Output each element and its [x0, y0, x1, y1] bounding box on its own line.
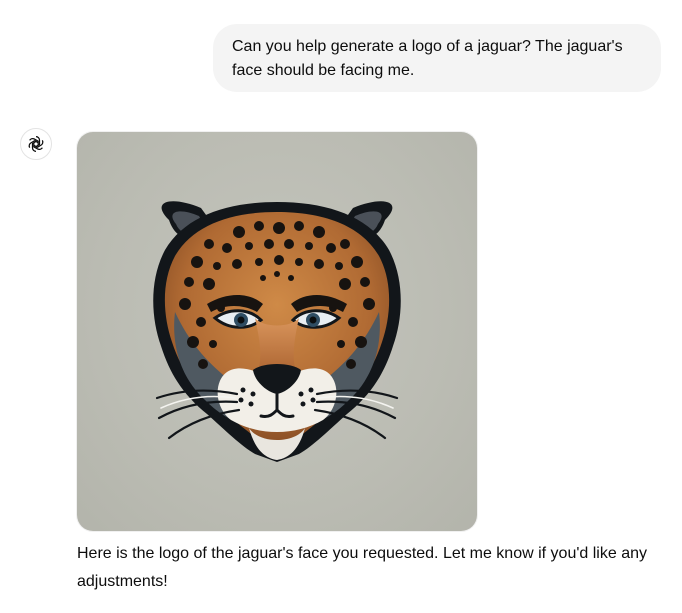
jaguar-logo-illustration [153, 201, 401, 462]
generated-jaguar-image[interactable] [77, 132, 477, 531]
user-message-bubble: Can you help generate a logo of a jaguar… [213, 24, 661, 92]
user-message-text: Can you help generate a logo of a jaguar… [232, 38, 623, 79]
assistant-avatar [20, 128, 52, 160]
openai-logo-icon [28, 136, 44, 152]
assistant-message-text: Here is the logo of the jaguar's face yo… [77, 545, 647, 590]
